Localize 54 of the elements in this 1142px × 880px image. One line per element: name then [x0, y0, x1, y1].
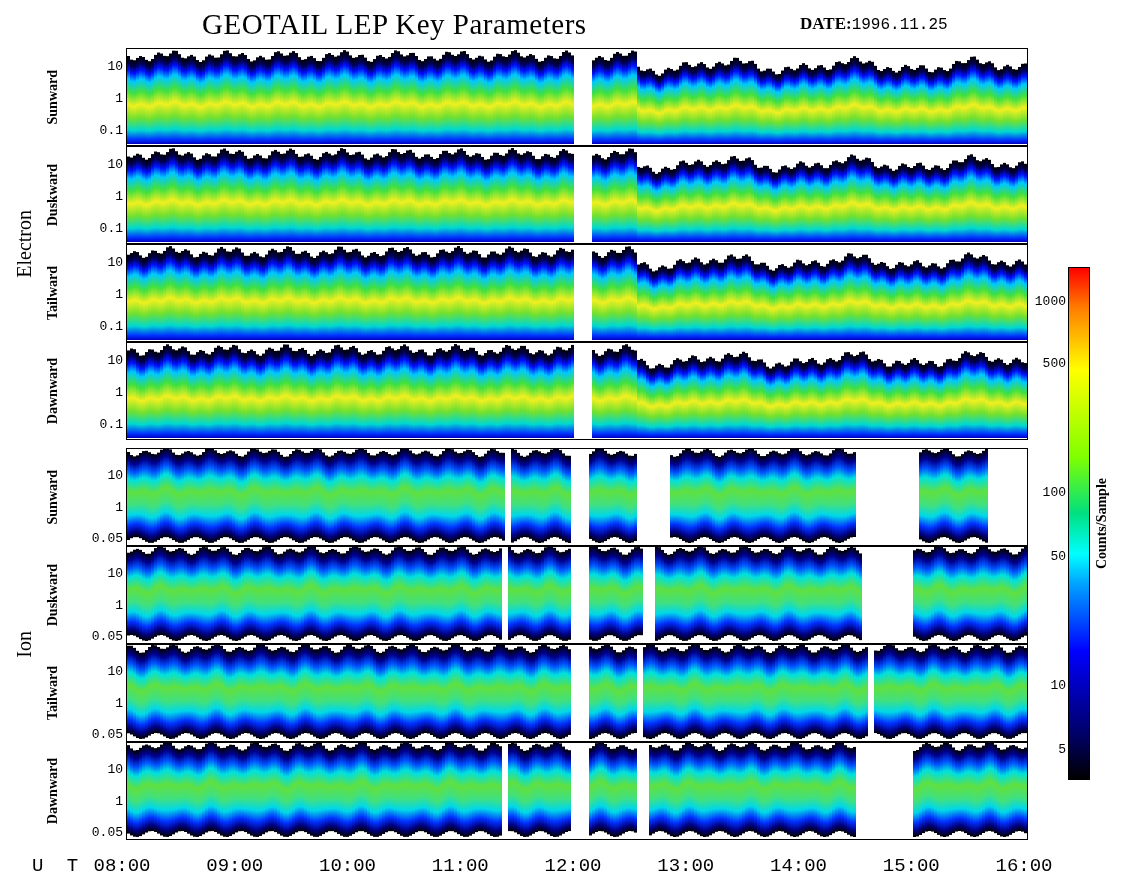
time-tick-label: 15:00	[881, 855, 941, 877]
axis-tick-label: 10	[107, 567, 123, 581]
panel-label: Dawnward	[45, 357, 61, 425]
axis-tick-label: 1	[115, 794, 123, 809]
panel-label: Tailward	[45, 266, 61, 320]
axis-tick-label: 10	[107, 354, 123, 368]
colorbar-tick-label: 10	[1050, 679, 1066, 693]
colorbar-label: Counts/Sample	[1094, 478, 1110, 569]
panel-label: Tailward	[45, 666, 61, 720]
axis-label: U T	[31, 855, 80, 877]
panel-label: Sunward	[45, 69, 61, 125]
axis-tick-label: 10	[107, 158, 123, 172]
panel-label: Duskward	[45, 163, 61, 227]
panel-label: Dawnward	[45, 757, 61, 825]
date-label: DATE:	[800, 14, 852, 34]
axis-tick-label: 10	[107, 469, 123, 483]
colorbar-tick-label: 500	[1042, 357, 1066, 371]
group-label: Ion	[12, 630, 36, 658]
axis-tick-label: 10	[107, 665, 123, 679]
axis-tick-label: 1	[115, 386, 123, 400]
axis-tick-label: 0.1	[99, 222, 123, 236]
time-tick-label: 12:00	[543, 855, 603, 877]
time-tick-label: 09:00	[205, 855, 265, 877]
time-tick-label: 14:00	[769, 855, 828, 877]
panel-label: Duskward	[45, 563, 61, 627]
axis-tick-label: 10	[107, 256, 123, 270]
axis-tick-label: 1	[115, 598, 123, 613]
colorbar-tick-label: 1000	[1034, 295, 1066, 309]
axis-tick-label: 1	[115, 190, 123, 204]
axis-tick-label: 1	[115, 92, 123, 106]
chart-title: GEOTAIL LEP Key Parameters	[202, 7, 588, 41]
axis-tick-label: 0.05	[91, 532, 123, 546]
axis-tick-label: 10	[107, 60, 123, 74]
panel-label: Sunward	[45, 469, 61, 525]
time-tick-label: 10:00	[318, 855, 377, 877]
time-tick-label: 08:00	[92, 855, 152, 877]
axis-tick-label: 0.1	[99, 320, 123, 334]
axis-tick-label: 0.05	[91, 630, 123, 644]
axis-tick-label: 0.1	[99, 124, 123, 138]
time-tick-label: 13:00	[656, 855, 716, 877]
axis-tick-label: 0.05	[91, 826, 123, 840]
axis-tick-label: 0.1	[99, 418, 123, 432]
colorbar-tick-label: 100	[1042, 486, 1066, 500]
axis-tick-label: 0.05	[91, 728, 123, 742]
date-value: 1996.11.25	[851, 16, 948, 34]
axis-tick-label: 1	[115, 696, 123, 711]
axis-tick-label: 10	[107, 763, 123, 777]
axis-tick-label: 1	[115, 500, 123, 515]
time-tick-label: 16:00	[994, 855, 1054, 877]
group-label: Electron	[12, 210, 36, 278]
axis-tick-label: 1	[115, 288, 123, 302]
colorbar-tick-label: 50	[1050, 550, 1066, 564]
colorbar-tick-label: 5	[1058, 743, 1066, 757]
time-tick-label: 11:00	[430, 855, 490, 877]
